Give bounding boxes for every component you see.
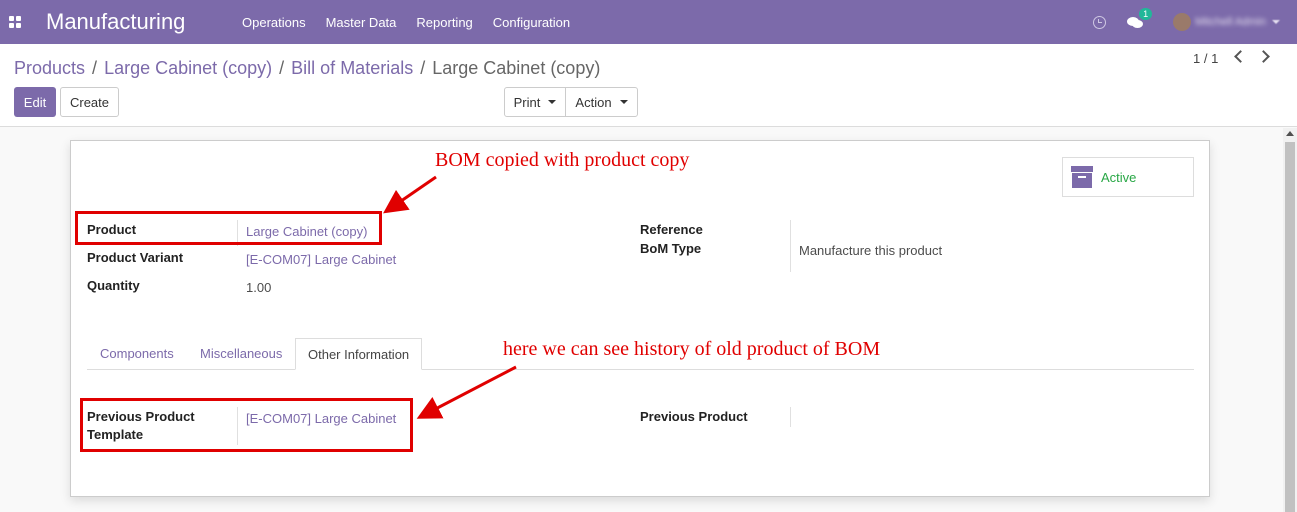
annotation-arrow-top	[383, 175, 437, 214]
annotation-arrows	[383, 175, 517, 419]
annotation-arrow-bottom	[416, 365, 517, 419]
